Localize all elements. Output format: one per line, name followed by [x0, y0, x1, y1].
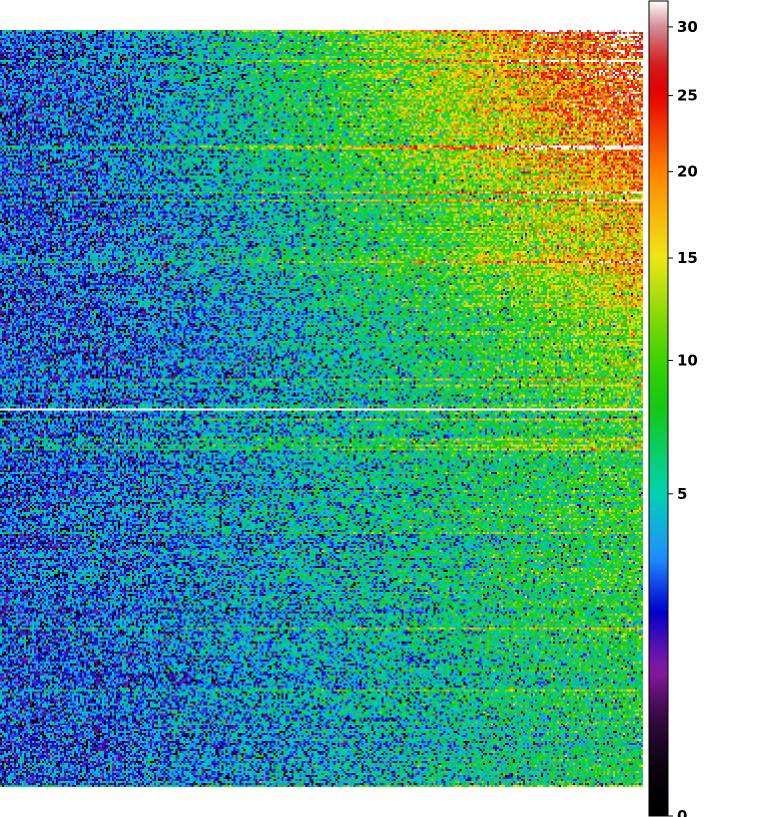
colorbar-tick-label: 15 [677, 249, 698, 267]
colorbar-tick-label: 20 [677, 163, 698, 181]
colorbar-svg: 0 5 10 15 20 25 30 [648, 0, 698, 817]
heatmap-figure: 0 5 10 15 20 25 30 [0, 0, 760, 817]
colorbar-ticks: 0 5 10 15 20 25 30 [668, 18, 698, 817]
colorbar-tick-label: 5 [677, 485, 687, 503]
colorbar-tick-label: 25 [677, 87, 698, 105]
colorbar-tick-label: 0 [677, 807, 687, 817]
colorbar [648, 0, 669, 817]
colorbar-tick-label: 30 [677, 18, 698, 36]
colorbar-tick-label: 10 [677, 351, 698, 369]
